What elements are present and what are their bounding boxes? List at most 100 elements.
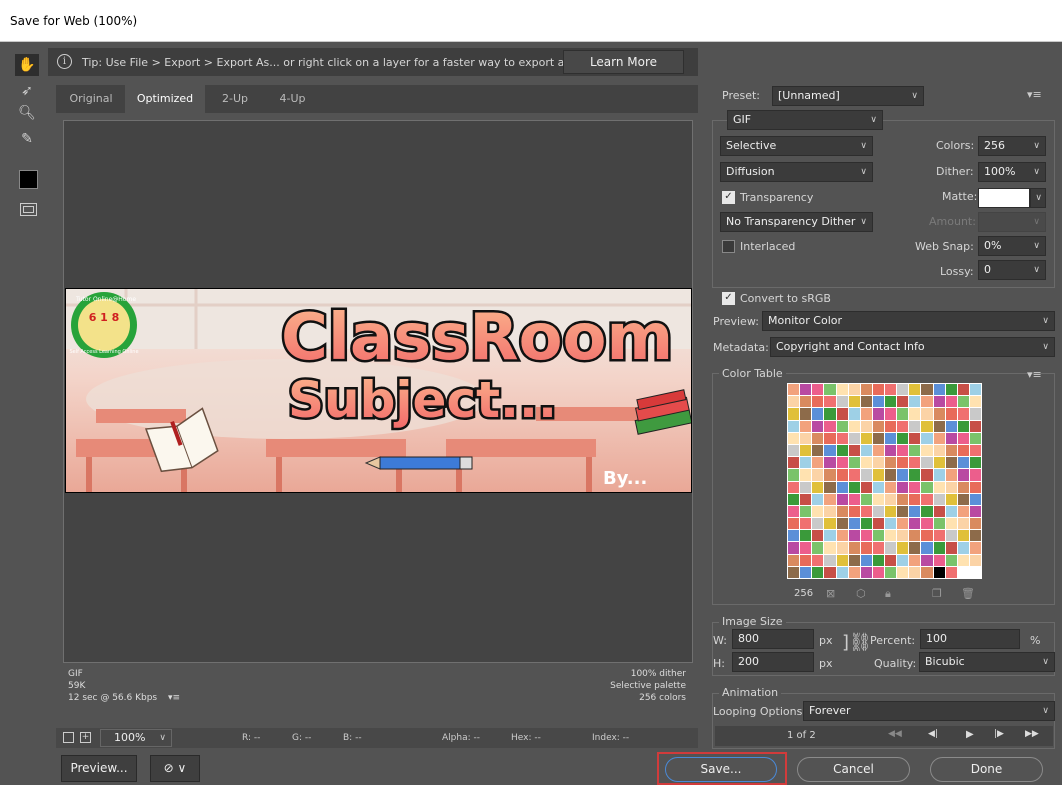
color-swatch[interactable]: [885, 566, 897, 578]
color-swatch[interactable]: [945, 420, 957, 432]
color-swatch[interactable]: [836, 384, 848, 396]
color-swatch[interactable]: [897, 542, 909, 554]
color-swatch[interactable]: [788, 566, 800, 578]
color-swatch[interactable]: [860, 554, 872, 566]
color-table-menu-icon[interactable]: ▾≡: [1027, 368, 1042, 381]
color-swatch[interactable]: [836, 396, 848, 408]
color-swatch[interactable]: [945, 493, 957, 505]
color-swatch[interactable]: [800, 518, 812, 530]
color-swatch[interactable]: [897, 566, 909, 578]
color-swatch[interactable]: [788, 384, 800, 396]
color-swatch[interactable]: [909, 542, 921, 554]
color-swatch[interactable]: [836, 432, 848, 444]
color-swatch[interactable]: [957, 432, 969, 444]
color-swatch[interactable]: [909, 493, 921, 505]
color-swatch[interactable]: [812, 457, 824, 469]
color-swatch[interactable]: [957, 566, 969, 578]
color-swatch[interactable]: [969, 518, 981, 530]
color-swatch[interactable]: [848, 481, 860, 493]
colors-dropdown[interactable]: 256 ∨: [978, 136, 1046, 156]
color-swatch[interactable]: [945, 444, 957, 457]
previous-frame-icon[interactable]: ◀|: [928, 729, 938, 739]
web-snap-dropdown[interactable]: 0% ∨: [978, 236, 1046, 256]
preset-menu-icon[interactable]: ▾≡: [1027, 88, 1042, 101]
color-swatch[interactable]: [969, 530, 981, 542]
color-swatch[interactable]: [800, 554, 812, 566]
color-swatch[interactable]: [933, 432, 945, 444]
color-swatch[interactable]: [860, 493, 872, 505]
color-swatch[interactable]: [824, 396, 836, 408]
color-swatch[interactable]: [933, 457, 945, 469]
color-swatch[interactable]: [836, 530, 848, 542]
height-input[interactable]: 200: [732, 652, 814, 672]
color-swatch[interactable]: [872, 444, 884, 457]
color-swatch[interactable]: [957, 396, 969, 408]
color-swatch[interactable]: [800, 505, 812, 518]
color-swatch[interactable]: [800, 432, 812, 444]
color-swatch[interactable]: [872, 530, 884, 542]
color-swatch[interactable]: [836, 518, 848, 530]
zoom-out-icon[interactable]: [63, 732, 74, 743]
color-swatch[interactable]: [957, 505, 969, 518]
color-swatch[interactable]: [824, 408, 836, 420]
color-swatch[interactable]: [933, 542, 945, 554]
color-swatch[interactable]: [909, 554, 921, 566]
matte-dropdown[interactable]: ∨: [1030, 188, 1046, 208]
next-frame-icon[interactable]: |▶: [994, 729, 1004, 739]
color-swatch[interactable]: [957, 444, 969, 457]
reduction-dropdown[interactable]: Selective ∨: [720, 136, 873, 156]
color-swatch[interactable]: [788, 457, 800, 469]
color-swatch[interactable]: [788, 408, 800, 420]
color-swatch[interactable]: [897, 457, 909, 469]
color-swatch[interactable]: [945, 432, 957, 444]
color-swatch[interactable]: [812, 469, 824, 481]
color-swatch[interactable]: [921, 505, 933, 518]
color-swatch[interactable]: [788, 420, 800, 432]
color-swatch[interactable]: [788, 530, 800, 542]
color-swatch[interactable]: [969, 444, 981, 457]
color-swatch[interactable]: [836, 457, 848, 469]
color-swatch[interactable]: [909, 505, 921, 518]
color-swatch[interactable]: [872, 481, 884, 493]
color-swatch[interactable]: [897, 469, 909, 481]
dither-dropdown[interactable]: 100% ∨: [978, 162, 1046, 182]
color-swatch[interactable]: [921, 408, 933, 420]
color-swatch[interactable]: [933, 420, 945, 432]
color-swatch[interactable]: [909, 432, 921, 444]
color-swatch[interactable]: [921, 384, 933, 396]
color-swatch[interactable]: [885, 481, 897, 493]
color-swatch[interactable]: [897, 420, 909, 432]
matte-color-swatch[interactable]: [978, 188, 1030, 208]
color-swatch[interactable]: [945, 518, 957, 530]
color-swatch[interactable]: [921, 420, 933, 432]
color-swatch[interactable]: [788, 444, 800, 457]
color-swatch[interactable]: [921, 481, 933, 493]
color-swatch[interactable]: [969, 396, 981, 408]
new-color-icon[interactable]: ❐: [932, 587, 942, 600]
color-swatch[interactable]: [945, 384, 957, 396]
color-swatch[interactable]: [812, 530, 824, 542]
color-swatch[interactable]: [848, 566, 860, 578]
color-swatch[interactable]: [969, 432, 981, 444]
color-swatch[interactable]: [957, 457, 969, 469]
color-swatch[interactable]: [872, 408, 884, 420]
color-swatch[interactable]: [872, 493, 884, 505]
color-swatch[interactable]: [824, 554, 836, 566]
color-swatch[interactable]: [872, 432, 884, 444]
color-swatch[interactable]: [824, 432, 836, 444]
color-swatch[interactable]: [957, 493, 969, 505]
toggle-slices-icon[interactable]: [20, 203, 37, 216]
save-button[interactable]: Save...: [665, 757, 777, 782]
color-swatch[interactable]: [860, 384, 872, 396]
color-swatch[interactable]: [812, 505, 824, 518]
color-swatch[interactable]: [921, 457, 933, 469]
color-swatch[interactable]: [897, 530, 909, 542]
color-swatch[interactable]: [933, 481, 945, 493]
color-swatch[interactable]: [897, 384, 909, 396]
color-swatch[interactable]: [897, 518, 909, 530]
color-swatch[interactable]: [848, 505, 860, 518]
color-swatch[interactable]: [969, 493, 981, 505]
color-swatch[interactable]: [872, 554, 884, 566]
color-swatch[interactable]: [933, 469, 945, 481]
tab-original[interactable]: Original: [60, 85, 122, 113]
